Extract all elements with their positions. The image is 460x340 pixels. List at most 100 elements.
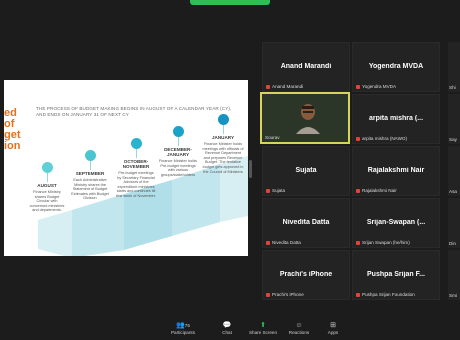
- chat-label: Chat: [222, 330, 232, 335]
- stage-description: Finance Minister holds meetings with off…: [202, 142, 244, 174]
- reactions-button[interactable]: ☺ Reactions: [284, 322, 314, 335]
- apps-icon: ⊞: [330, 322, 336, 329]
- reactions-icon: ☺: [295, 322, 303, 329]
- mic-muted-icon: [356, 136, 360, 141]
- participant-tile-partial[interactable]: Asa: [448, 146, 460, 196]
- participant-label-text: Pushpa Srijan Foundation: [362, 292, 415, 297]
- mic-muted-icon: [356, 292, 360, 297]
- timeline-stem: [89, 161, 91, 170]
- participant-tile[interactable]: Prachi's iPhone Prachi's iPhone: [262, 250, 350, 300]
- participant-name: arpita mishra (...: [368, 115, 424, 122]
- participant-label: Sujata: [266, 188, 285, 193]
- stage-month: DECEMBER- JANUARY: [164, 147, 192, 157]
- participant-label-text: arpita mishra (NAWO): [362, 136, 408, 141]
- timeline-dot: [172, 126, 184, 137]
- timeline-stage-january: JANUARY Finance Minister holds meetings …: [202, 114, 244, 174]
- participant-name: Anand Marandi: [280, 63, 332, 70]
- mic-muted-icon: [356, 240, 360, 245]
- stage-description: Finance Ministry shares Budget Circular …: [29, 190, 65, 213]
- mic-muted-icon: [266, 84, 270, 89]
- timeline-dot: [41, 162, 53, 173]
- participant-tile[interactable]: Anand Marandi Anand Marandi: [262, 42, 350, 92]
- participant-label: Srijan Swapan (he/him): [356, 240, 410, 245]
- participant-name: Pushpa Srijan F...: [367, 271, 425, 278]
- mic-muted-icon: [356, 188, 360, 193]
- share-screen-button[interactable]: ⬆ Share Screen: [248, 322, 278, 335]
- participant-tile[interactable]: Nivedita Datta Nivedita Datta: [262, 198, 350, 248]
- participant-label-text: Yogendra MVDA: [362, 84, 397, 89]
- reactions-label: Reactions: [288, 330, 310, 335]
- shared-screen-slide: ed of get ion THE PROCESS OF BUDGET MAKI…: [4, 80, 248, 256]
- screen-share-indicator[interactable]: [190, 0, 270, 5]
- chat-icon: 💬: [222, 322, 232, 329]
- participant-name: Sujata: [295, 167, 317, 174]
- participant-label-text: Shi: [449, 85, 456, 90]
- participant-label: Rajalakshmi Nair: [356, 188, 397, 193]
- participant-name: Rajalakshmi Nair: [367, 167, 425, 174]
- apps-button[interactable]: ⊞ Apps: [318, 322, 348, 335]
- participants-count: 75: [184, 323, 190, 328]
- participants-icon: 👥75: [176, 322, 190, 329]
- ribbon-segment: [38, 210, 72, 256]
- timeline-stem: [222, 125, 224, 134]
- participant-tile[interactable]: Srijan-Swapan (... Srijan Swapan (he/him…: [352, 198, 440, 248]
- timeline-stem: [177, 137, 179, 146]
- participant-label-text: Din: [449, 241, 456, 246]
- participants-button[interactable]: 👥75 Participants: [168, 322, 198, 335]
- participant-tile[interactable]: Sujata Sujata: [262, 146, 350, 196]
- participant-label: Prachi's iPhone: [266, 292, 304, 297]
- participant-video-image: [294, 100, 322, 134]
- panel-resize-handle[interactable]: [249, 160, 252, 178]
- participant-label: Anand Marandi: [266, 84, 303, 89]
- participant-label-text: Asa: [449, 189, 457, 194]
- chat-button[interactable]: 💬 Chat: [212, 322, 242, 335]
- timeline-stem: [135, 149, 137, 158]
- participant-label-text: Prachi's iPhone: [272, 292, 304, 297]
- participant-tile[interactable]: Pushpa Srijan F... Pushpa Srijan Foundat…: [352, 250, 440, 300]
- participant-label: arpita mishra (NAWO): [356, 136, 407, 141]
- timeline-stem: [46, 173, 48, 182]
- stage-month: AUGUST: [37, 183, 57, 188]
- participant-label-text: Smi: [449, 293, 457, 298]
- slide-edge-text: ed of get ion: [4, 108, 32, 152]
- participant-tile[interactable]: Rajalakshmi Nair Rajalakshmi Nair: [352, 146, 440, 196]
- stage-month: JANUARY: [211, 135, 235, 140]
- stage-description: Each Administrative Ministry shares the …: [71, 178, 109, 201]
- slide-edge-line: ion: [4, 140, 21, 152]
- timeline-dot: [84, 150, 96, 161]
- participant-label-text: Nivedita Datta: [272, 240, 301, 245]
- stage-description: Pre-budget meetings by Secretary Financi…: [116, 171, 156, 198]
- mic-muted-icon: [266, 188, 270, 193]
- participant-name: Prachi's iPhone: [279, 271, 333, 278]
- participant-tile-partial[interactable]: Shi: [448, 42, 460, 92]
- timeline-dot: [130, 138, 142, 149]
- participant-tile-partial[interactable]: Smi: [448, 250, 460, 300]
- participant-label: Nivedita Datta: [266, 240, 301, 245]
- participant-tile-partial[interactable]: Say: [448, 94, 460, 144]
- share-screen-icon: ⬆: [260, 322, 266, 329]
- participants-label: Participants: [170, 330, 195, 335]
- active-speaker-video-tile[interactable]: Sourav: [260, 92, 350, 144]
- participant-name: Yogendra MVDA: [368, 63, 424, 70]
- participant-label-text: Anand Marandi: [272, 84, 304, 89]
- participant-name: Srijan-Swapan (...: [366, 219, 426, 226]
- timeline-stage-december-january: DECEMBER- JANUARY Finance Minister holds…: [158, 126, 198, 177]
- apps-label: Apps: [327, 330, 339, 335]
- participant-label-text: Rajalakshmi Nair: [362, 188, 397, 193]
- participant-label-text: Sujata: [272, 188, 286, 193]
- stage-description: Finance Minister holds Pre-budget meetin…: [159, 159, 197, 177]
- share-screen-label: Share Screen: [248, 330, 278, 335]
- participant-label-text: Sourav: [265, 135, 280, 140]
- participant-label-text: Say: [449, 137, 457, 142]
- timeline-stage-september: SEPTEMBER Each Administrative Ministry s…: [70, 150, 110, 201]
- timeline-stage-august: AUGUST Finance Ministry shares Budget Ci…: [28, 162, 66, 213]
- participant-label: Sourav: [265, 135, 280, 140]
- stage-month: SEPTEMBER: [75, 171, 105, 176]
- participant-tile[interactable]: arpita mishra (... arpita mishra (NAWO): [352, 94, 440, 144]
- mic-muted-icon: [356, 84, 360, 89]
- timeline-dot: [217, 114, 229, 125]
- mic-muted-icon: [266, 240, 270, 245]
- participant-tile-partial[interactable]: Din: [448, 198, 460, 248]
- participant-tile[interactable]: Yogendra MVDA Yogendra MVDA: [352, 42, 440, 92]
- participant-name: Nivedita Datta: [282, 219, 330, 226]
